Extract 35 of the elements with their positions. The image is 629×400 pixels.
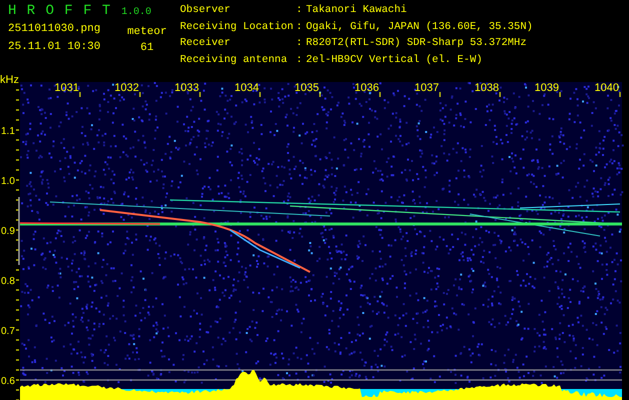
info-label: Receiving antenna xyxy=(180,54,288,68)
app-version: 1.0.0 xyxy=(121,7,152,18)
y-axis-label: 1.1 xyxy=(1,126,15,137)
info-separator: : xyxy=(296,37,304,51)
x-axis-label: 1040 xyxy=(594,82,619,94)
x-axis-label: 1033 xyxy=(174,82,199,94)
info-separator: : xyxy=(296,20,304,34)
y-axis-label: 0.8 xyxy=(1,276,15,287)
info-value: Takanori Kawachi xyxy=(306,4,408,18)
axis-unit: kHz xyxy=(0,74,19,86)
info-separator: : xyxy=(296,54,304,68)
x-axis-label: 1039 xyxy=(534,82,559,94)
x-axis-label: 1031 xyxy=(54,82,79,94)
x-axis-label: 1032 xyxy=(114,82,139,94)
info-value: R820T2(RTL-SDR) SDR-Sharp 53.372MHz xyxy=(306,37,528,51)
x-axis-label: 1038 xyxy=(474,82,499,94)
info-value: 2el-HB9CV Vertical (el. E-W) xyxy=(306,54,484,68)
info-label: Receiver xyxy=(180,37,232,51)
timestamp: 25.11.01 10:30 xyxy=(8,41,102,53)
y-axis-label: 0.7 xyxy=(1,326,15,337)
info-separator: : xyxy=(296,4,304,18)
info-label: Observer xyxy=(180,4,232,18)
y-axis-label: 1.0 xyxy=(1,176,15,187)
meteor-count: 61 xyxy=(140,42,154,54)
app-title: H R O F F T xyxy=(8,3,112,19)
x-axis-label: 1037 xyxy=(414,82,439,94)
x-axis-label: 1034 xyxy=(234,82,259,94)
y-axis-label: 0.9 xyxy=(1,226,15,237)
y-axis-label: 0.6 xyxy=(1,376,15,387)
info-value: Ogaki, Gifu, JAPAN (136.60E, 35.35N) xyxy=(306,20,533,34)
meteor-label: meteor xyxy=(127,26,167,38)
x-axis-label: 1036 xyxy=(354,82,379,94)
file-name: 2511011030.png xyxy=(8,23,102,35)
x-axis-label: 1035 xyxy=(294,82,319,94)
info-label: Receiving Location xyxy=(180,20,294,34)
